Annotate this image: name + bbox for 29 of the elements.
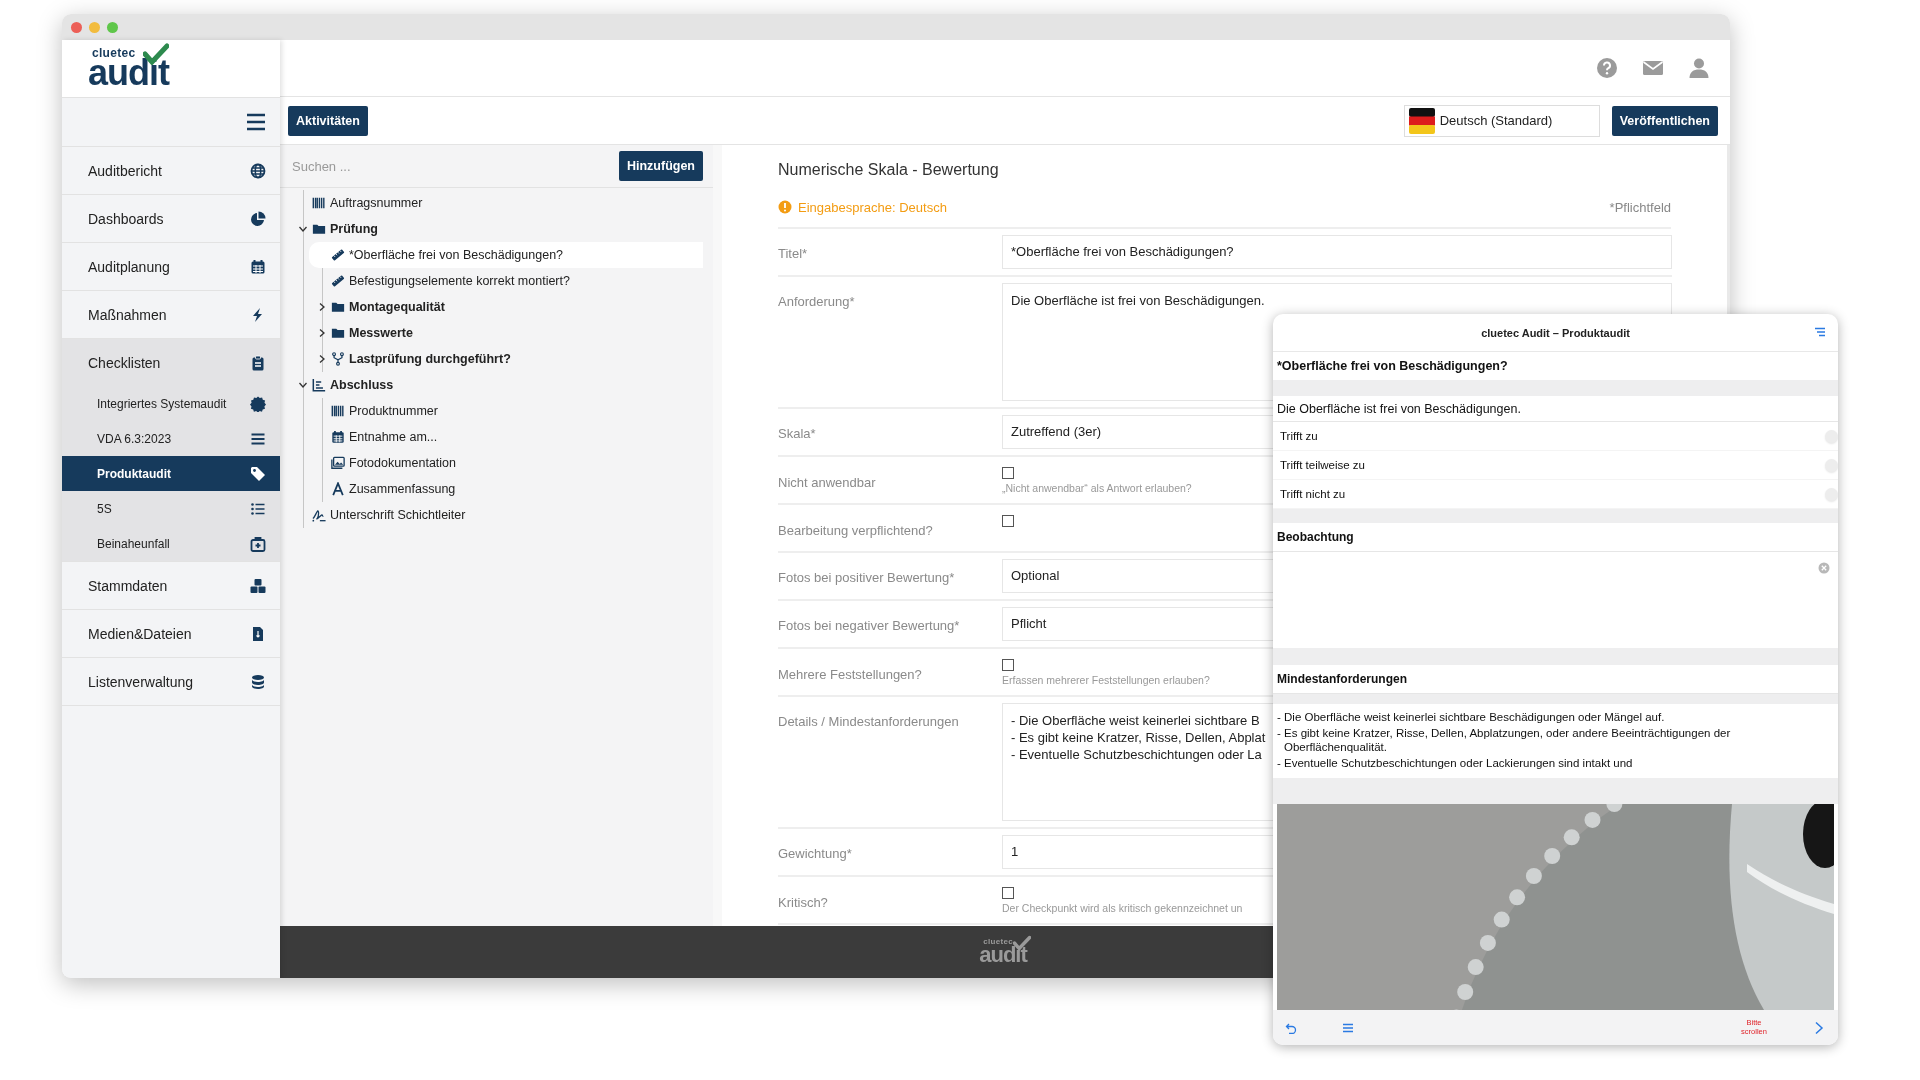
field-label: Fotos bei negativer Bewertung* [778, 617, 961, 635]
field-hint: „Nicht anwendbar“ als Antwort erlauben? [1002, 482, 1192, 494]
field-hint: Erfassen mehrerer Feststellungen erlauben? [1002, 674, 1210, 686]
language-notice: Eingabesprache: Deutsch [798, 199, 947, 215]
field-label: Skala* [778, 425, 817, 443]
text-line: - Es gibt keine Kratzer, Risse, Dellen, Abplat [1011, 729, 1266, 746]
requirement-line: - Es gibt keine Kratzer, Risse, Dellen, Abplatzungen, oder andere Beeinträchtigungen der Oberflächenqualität. [1277, 726, 1732, 754]
field-label: Fotos bei positiver Bewertung* [778, 569, 956, 587]
section-heading: Beobachtung [1273, 523, 1838, 552]
text-line: - Die Oberfläche weist keinerlei sichtbare B [1011, 712, 1260, 729]
required-note: *Pflichtfeld [1609, 199, 1671, 215]
text-line: Die Oberfläche ist frei von Beschädigungen. [1011, 292, 1265, 309]
field-label: Bearbeitung verpflichtend? [778, 522, 934, 540]
field-hint: Der Checkpunkt wird als kritisch gekennzeichnet un [1002, 902, 1243, 914]
field-label: Titel* [778, 245, 809, 263]
field-label: Nicht anwendbar [778, 474, 877, 492]
field-label: Details / Mindestanforderungen [778, 713, 960, 731]
field-label: Anforderung* [778, 293, 856, 311]
form-title: Numerische Skala - Bewertung [778, 161, 1000, 179]
text-line: - Eventuelle Schutzbeschichtungen oder La [1011, 746, 1262, 763]
field-label: Gewichtung* [778, 845, 853, 863]
logo: cluetec audit [979, 938, 1031, 966]
field-label: Kritisch? [778, 894, 829, 912]
preview-title: cluetec Audit – Produktaudit [1481, 326, 1630, 339]
field-label: Mehrere Feststellungen? [778, 666, 923, 684]
question-text: *Oberfläche frei von Beschädigungen? [1276, 358, 1509, 375]
requirement-line: - Die Oberfläche weist keinerlei sichtbare Beschädigungen oder Mängel auf. [1277, 710, 1666, 724]
requirement-text: Die Oberfläche ist frei von Beschädigungen. [1273, 396, 1838, 422]
requirement-line: - Eventuelle Schutzbeschichtungen oder Lackierungen sind intakt und [1277, 756, 1634, 770]
